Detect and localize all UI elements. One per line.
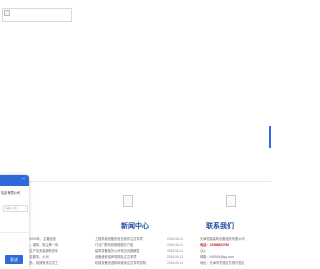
contact-title: 联系我们 bbox=[206, 223, 234, 230]
news-item-link[interactable]: 机械设备的选购和使用注意事项说明 bbox=[95, 260, 159, 266]
contact-image bbox=[226, 195, 236, 207]
chat-company-name: 信息有限公司 bbox=[1, 191, 21, 195]
site-logo[interactable] bbox=[2, 8, 72, 22]
minimize-icon[interactable]: – bbox=[21, 177, 26, 182]
broken-image-icon bbox=[4, 10, 10, 16]
news-item-date: 2018-06-11 bbox=[167, 261, 184, 265]
chat-message-input[interactable]: 请输入您... bbox=[3, 205, 28, 212]
news-image bbox=[123, 195, 133, 207]
chat-widget[interactable]: – 信息有限公司 请输入您... 发送 bbox=[0, 175, 29, 269]
footer-divider bbox=[0, 181, 271, 182]
contact-address: 地址：天津市东丽区东丽开发区 bbox=[200, 261, 245, 265]
chat-send-button[interactable]: 发送 bbox=[5, 255, 23, 264]
news-title: 新闻中心 bbox=[121, 223, 149, 230]
side-service-tab[interactable] bbox=[269, 126, 271, 148]
chat-header[interactable]: – bbox=[0, 175, 29, 186]
chat-divider bbox=[0, 232, 29, 233]
